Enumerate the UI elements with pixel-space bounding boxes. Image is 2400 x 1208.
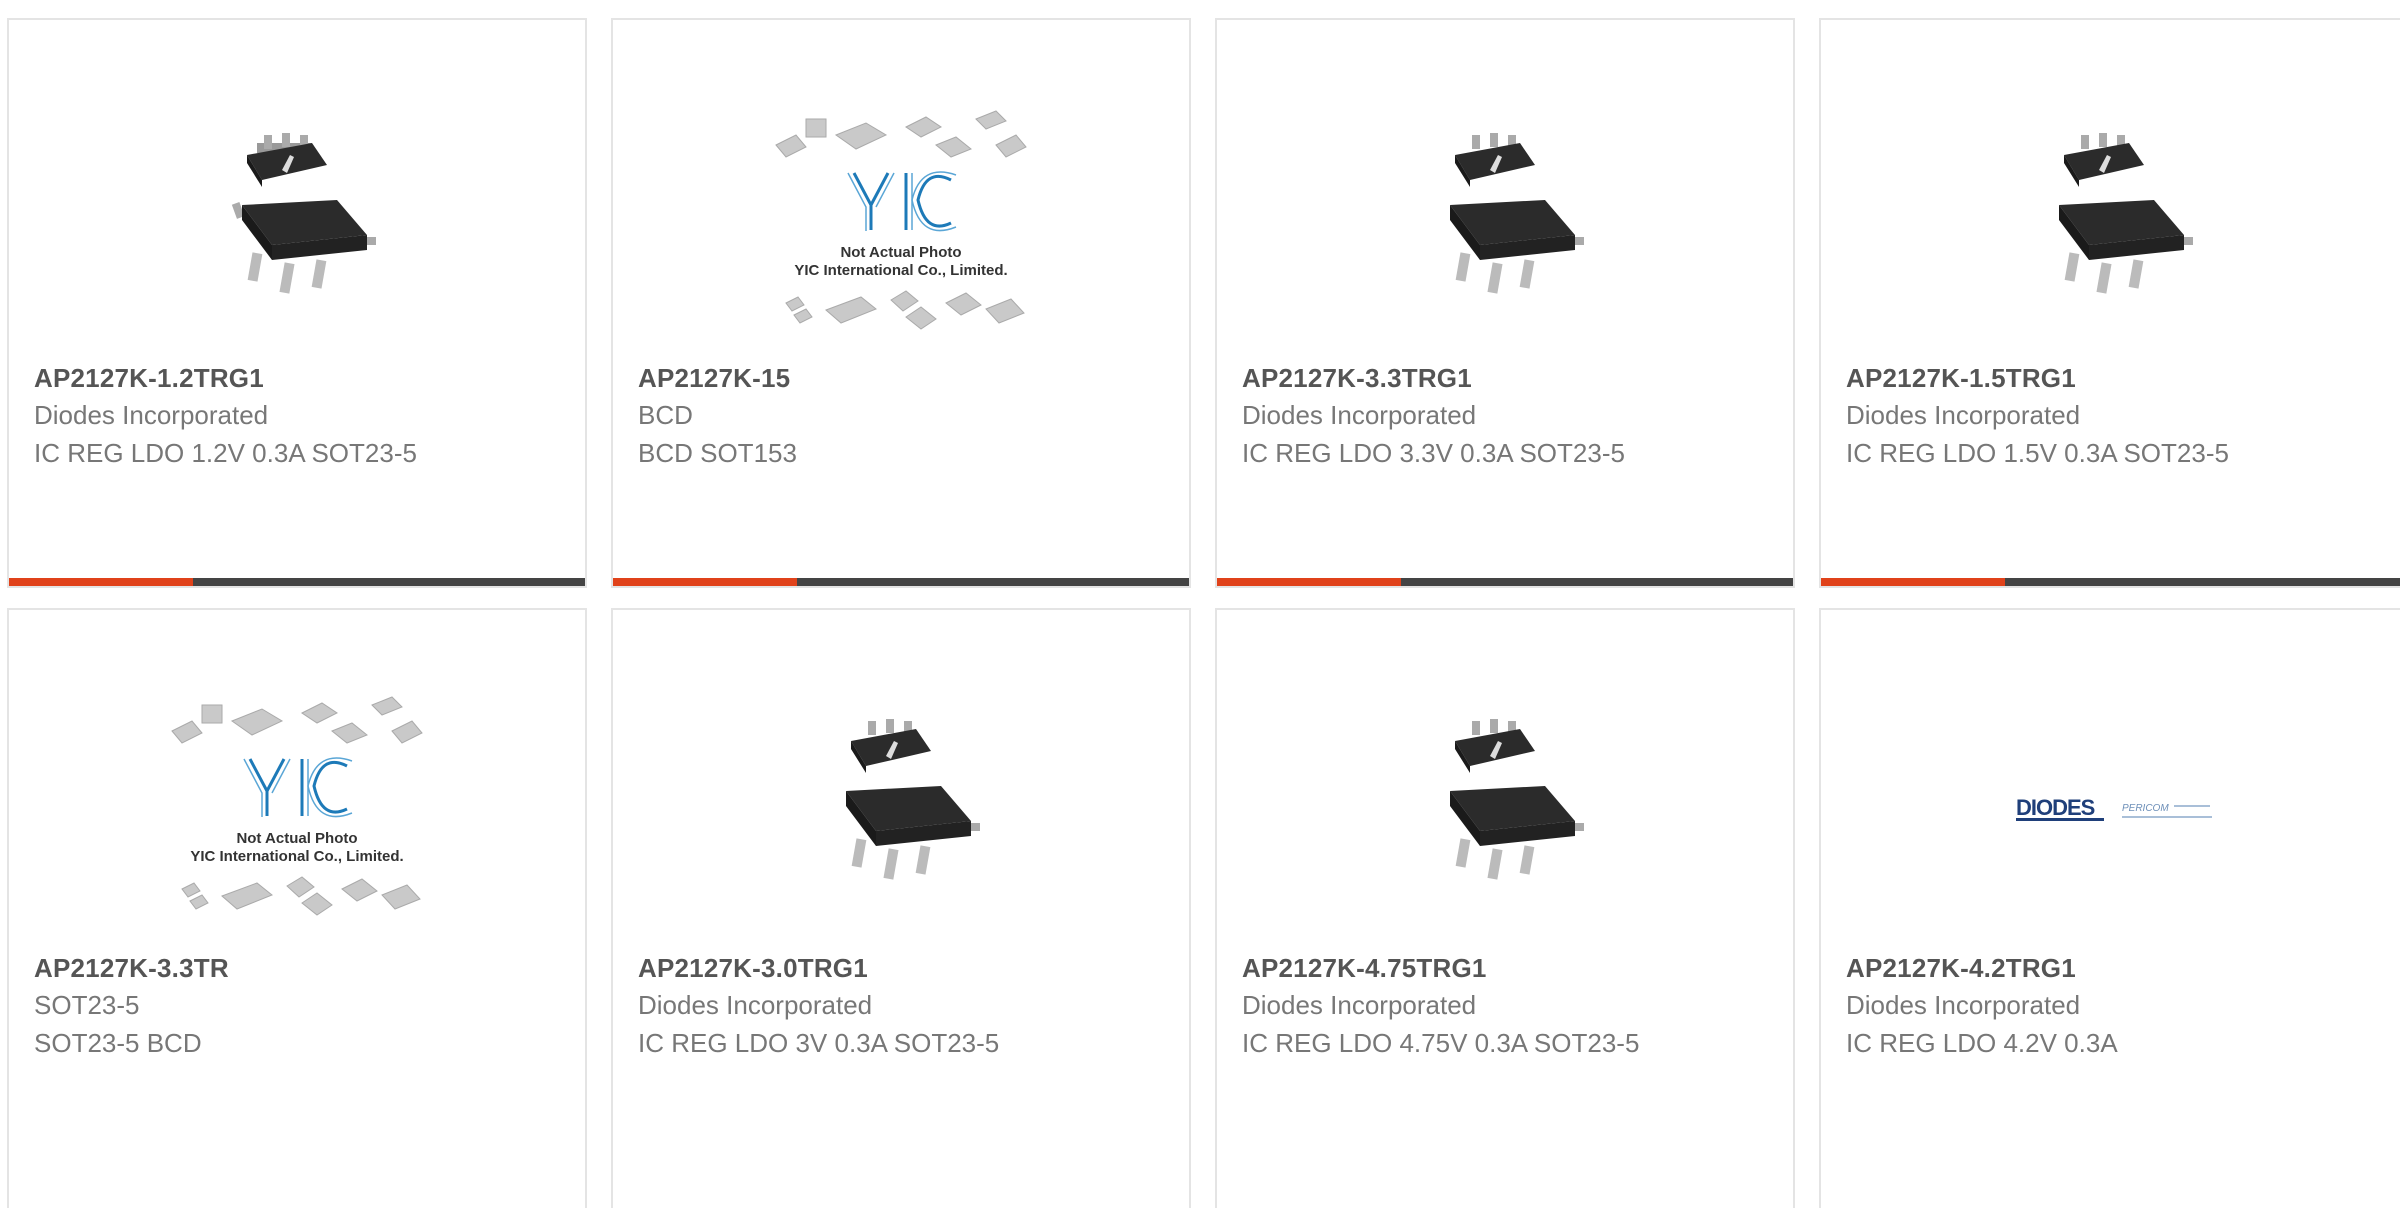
diodes-pericom-logo-icon: DIODES PERICOM — [2016, 795, 2212, 821]
yic-placeholder-icon: Not Actual Photo YIC International Co., … — [775, 110, 1027, 330]
product-card[interactable]: AP2127K-3.0TRG1 Diodes Incorporated IC R… — [611, 608, 1191, 1208]
product-image[interactable] — [1821, 80, 2400, 370]
bar-accent — [613, 578, 797, 586]
bar-accent — [1217, 578, 1401, 586]
product-card[interactable]: AP2127K-3.3TRG1 Diodes Incorporated IC R… — [1215, 18, 1795, 588]
product-grid: AP2127K-1.2TRG1 Diodes Incorporated IC R… — [0, 0, 2400, 1208]
part-number[interactable]: AP2127K-3.3TRG1 — [1242, 363, 1472, 394]
part-number[interactable]: AP2127K-4.75TRG1 — [1242, 953, 1487, 984]
description: IC REG LDO 3V 0.3A SOT23-5 — [638, 1028, 1000, 1058]
manufacturer: BCD — [638, 400, 693, 430]
manufacturer: Diodes Incorporated — [638, 990, 873, 1020]
product-image[interactable] — [1217, 666, 1793, 956]
description: IC REG LDO 4.2V 0.3A — [1846, 1028, 2118, 1058]
card-bottom-bar — [1217, 578, 1793, 586]
sot23-chip-icon — [1450, 133, 1584, 294]
manufacturer: Diodes Incorporated — [1242, 400, 1477, 430]
product-card[interactable]: AP2127K-1.2TRG1 Diodes Incorporated IC R… — [7, 18, 587, 588]
placeholder-line2: YIC International Co., Limited. — [190, 848, 403, 865]
product-card[interactable]: Not Actual Photo YIC International Co., … — [7, 608, 587, 1208]
bar-accent — [9, 578, 193, 586]
card-bottom-bar — [1821, 578, 2400, 586]
description: IC REG LDO 4.75V 0.3A SOT23-5 — [1242, 1028, 1640, 1058]
description: IC REG LDO 1.5V 0.3A SOT23-5 — [1846, 438, 2229, 468]
part-number[interactable]: AP2127K-1.2TRG1 — [34, 363, 264, 394]
part-number[interactable]: AP2127K-3.0TRG1 — [638, 953, 868, 984]
diodes-brand-text: DIODES — [2016, 795, 2095, 820]
card-bottom-bar — [9, 578, 585, 586]
product-card[interactable]: Not Actual Photo YIC International Co., … — [611, 18, 1191, 588]
description: SOT23-5 BCD — [34, 1028, 202, 1058]
pericom-text: PERICOM — [2122, 803, 2169, 814]
manufacturer: Diodes Incorporated — [34, 400, 269, 430]
sot23-chip-icon — [846, 719, 980, 880]
sot23-chip-icon — [231, 133, 376, 294]
part-number[interactable]: AP2127K-1.5TRG1 — [1846, 363, 2076, 394]
manufacturer: Diodes Incorporated — [1846, 400, 2081, 430]
product-image[interactable] — [1217, 80, 1793, 370]
manufacturer: Diodes Incorporated — [1846, 990, 2081, 1020]
product-card[interactable]: AP2127K-4.75TRG1 Diodes Incorporated IC … — [1215, 608, 1795, 1208]
description: IC REG LDO 3.3V 0.3A SOT23-5 — [1242, 438, 1625, 468]
manufacturer: Diodes Incorporated — [1242, 990, 1477, 1020]
sot23-chip-icon — [1450, 719, 1584, 880]
description: IC REG LDO 1.2V 0.3A SOT23-5 — [34, 438, 417, 468]
placeholder-line1: Not Actual Photo — [236, 830, 357, 847]
bar-accent — [1821, 578, 2005, 586]
part-number[interactable]: AP2127K-3.3TR — [34, 953, 229, 984]
part-number[interactable]: AP2127K-15 — [638, 363, 790, 394]
product-image[interactable] — [613, 666, 1189, 956]
card-bottom-bar — [613, 578, 1189, 586]
product-card[interactable]: DIODES PERICOM AP2127K-4.2TRG1 Diodes In… — [1819, 608, 2400, 1208]
sot23-chip-icon — [2059, 133, 2193, 294]
description: BCD SOT153 — [638, 438, 797, 468]
product-image[interactable] — [9, 80, 585, 370]
placeholder-line2: YIC International Co., Limited. — [794, 262, 1007, 279]
part-number[interactable]: AP2127K-4.2TRG1 — [1846, 953, 2076, 984]
placeholder-line1: Not Actual Photo — [840, 244, 961, 261]
product-image[interactable]: DIODES PERICOM — [1821, 666, 2400, 956]
product-image[interactable]: Not Actual Photo YIC International Co., … — [613, 80, 1189, 370]
product-card[interactable]: AP2127K-1.5TRG1 Diodes Incorporated IC R… — [1819, 18, 2400, 588]
manufacturer: SOT23-5 — [34, 990, 140, 1020]
yic-placeholder-icon: Not Actual Photo YIC International Co., … — [171, 696, 423, 916]
product-image[interactable]: Not Actual Photo YIC International Co., … — [9, 666, 585, 956]
